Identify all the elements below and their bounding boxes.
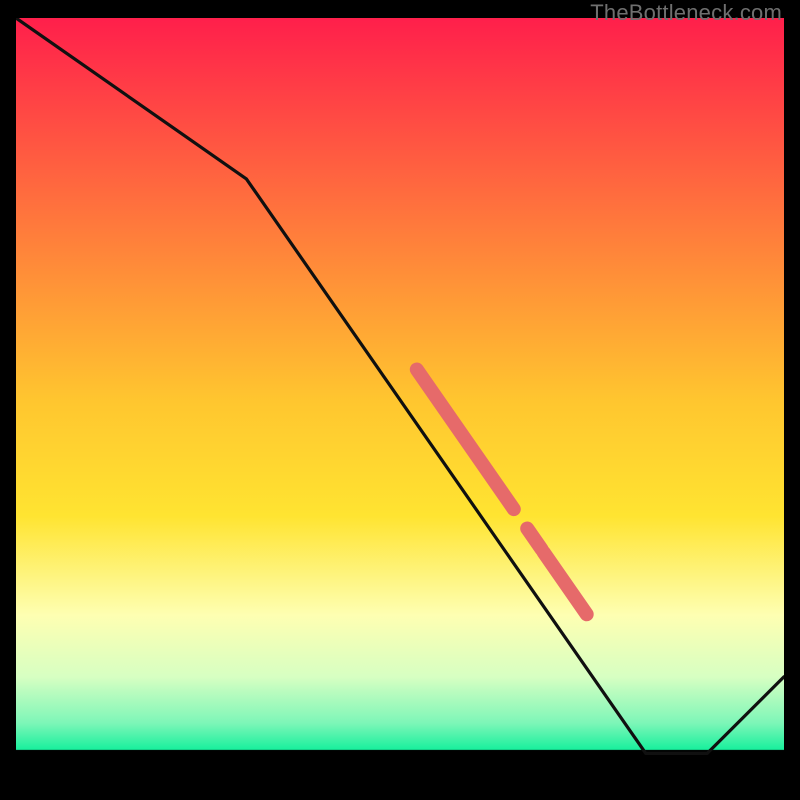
watermark-text: TheBottleneck.com (590, 0, 782, 26)
bottleneck-chart (16, 18, 784, 784)
